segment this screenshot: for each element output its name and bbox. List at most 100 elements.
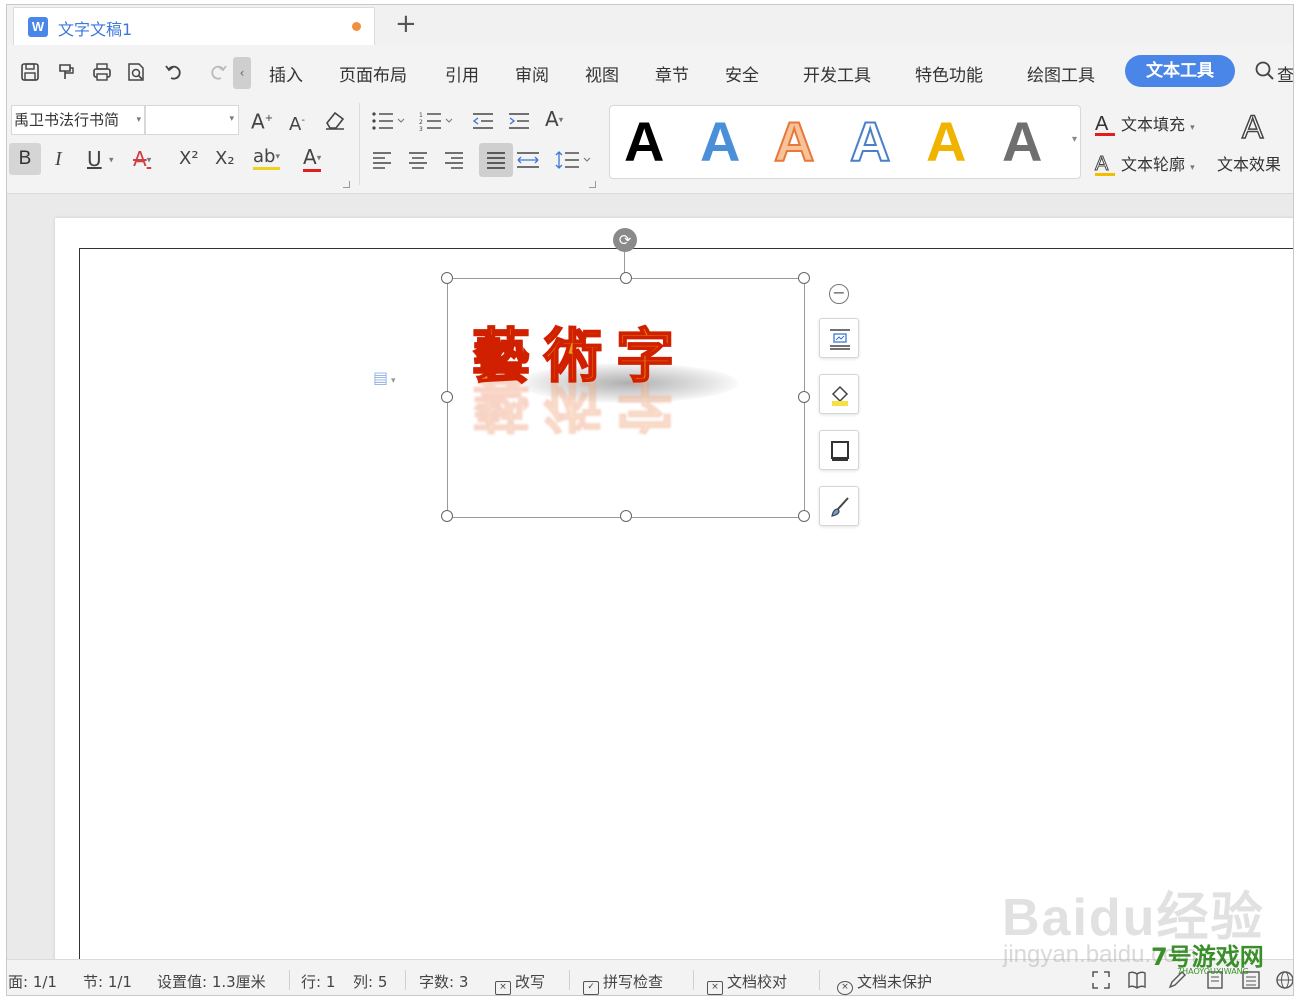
italic-button[interactable]: I: [55, 147, 62, 171]
menu-references[interactable]: 引用: [445, 61, 479, 86]
menu-special-features[interactable]: 特色功能: [915, 61, 983, 86]
status-setting[interactable]: 设置值: 1.3厘米: [157, 971, 266, 992]
resize-handle-right[interactable]: [798, 391, 810, 403]
text-direction-icon[interactable]: A▾: [545, 107, 563, 133]
save-icon[interactable]: [19, 61, 41, 83]
layout-options-button[interactable]: [819, 318, 859, 358]
align-center-icon[interactable]: [407, 149, 429, 171]
status-word-count[interactable]: 字数: 3: [419, 971, 468, 992]
format-brush-button[interactable]: [819, 486, 859, 526]
game-site-watermark-subtitle: 7HAOYOUXIWANG: [1177, 967, 1249, 976]
text-outline-icon: A: [1095, 154, 1115, 176]
wordart-style-gray[interactable]: A: [1002, 110, 1042, 174]
clear-format-icon[interactable]: [323, 109, 347, 131]
numbered-list-icon[interactable]: 123: [419, 111, 453, 131]
document-protection-button[interactable]: × 文档未保护: [837, 971, 932, 995]
format-painter-icon[interactable]: [55, 61, 77, 83]
distribute-align-icon[interactable]: [515, 149, 541, 171]
styles-more-icon[interactable]: ▾: [1072, 134, 1077, 145]
resize-handle-top-left[interactable]: [441, 272, 453, 284]
menu-view[interactable]: 视图: [585, 61, 619, 86]
shape-outline-button[interactable]: [819, 430, 859, 470]
increase-indent-icon[interactable]: [507, 111, 531, 131]
document-tab-title: 文字文稿1: [58, 20, 133, 39]
wordart-style-black[interactable]: A: [624, 110, 664, 174]
decrease-indent-icon[interactable]: [471, 111, 495, 131]
wordart-textbox[interactable]: 藝術字 藝術字: [441, 272, 810, 522]
wordart-style-blue[interactable]: A: [700, 110, 740, 174]
justify-button[interactable]: [479, 143, 513, 177]
underline-button[interactable]: U: [87, 147, 102, 171]
rotate-handle-icon[interactable]: ⟳: [613, 228, 637, 252]
collapse-quick-access-button[interactable]: ‹: [233, 57, 251, 89]
reading-mode-icon[interactable]: [1127, 970, 1147, 990]
wordart-text[interactable]: 藝術字: [471, 309, 688, 393]
subscript-button[interactable]: X₂: [215, 147, 235, 171]
resize-handle-bottom-left[interactable]: [441, 510, 453, 522]
status-section[interactable]: 节: 1/1: [83, 971, 132, 992]
document-tab[interactable]: W 文字文稿1: [13, 7, 375, 45]
resize-handle-left[interactable]: [441, 391, 453, 403]
grow-font-icon[interactable]: A+: [251, 107, 273, 134]
separator: [405, 970, 406, 990]
bullet-list-icon[interactable]: [371, 111, 405, 131]
resize-handle-bottom-right[interactable]: [798, 510, 810, 522]
shape-fill-button[interactable]: [819, 374, 859, 414]
menu-review[interactable]: 审阅: [515, 61, 549, 86]
status-row[interactable]: 行: 1: [301, 971, 335, 992]
wordart-style-gold[interactable]: A: [926, 110, 966, 174]
undo-icon[interactable]: [163, 61, 185, 83]
text-outline-button[interactable]: A 文本轮廓 ▾: [1095, 151, 1195, 176]
search-label[interactable]: 查: [1277, 61, 1293, 86]
tab-bar: W 文字文稿1 +: [7, 5, 1293, 46]
print-icon[interactable]: [91, 61, 113, 83]
font-color-button[interactable]: A▾: [303, 147, 322, 172]
underline-dropdown[interactable]: ▾: [109, 147, 114, 173]
wordart-style-orange-outline[interactable]: A: [773, 109, 815, 174]
collapse-tools-button[interactable]: −: [829, 284, 849, 304]
new-tab-button[interactable]: +: [395, 9, 417, 39]
font-dialog-launcher[interactable]: [343, 181, 350, 188]
menu-section[interactable]: 章节: [655, 61, 689, 86]
menu-developer[interactable]: 开发工具: [803, 61, 871, 86]
bold-button[interactable]: B: [9, 143, 41, 175]
strikethrough-button[interactable]: A▾: [133, 147, 151, 173]
paragraph-layout-icon[interactable]: ▤ ▾: [373, 368, 396, 387]
status-column[interactable]: 列: 5: [353, 971, 387, 992]
proofread-button[interactable]: × 文档校对: [707, 971, 787, 995]
paragraph-dialog-launcher[interactable]: [589, 181, 596, 188]
menu-text-tools[interactable]: 文本工具: [1125, 55, 1235, 87]
wordart-style-blue-outline[interactable]: A: [849, 109, 891, 174]
resize-handle-bottom[interactable]: [620, 510, 632, 522]
search-icon[interactable]: [1255, 60, 1275, 82]
shrink-font-icon[interactable]: A-: [289, 109, 305, 137]
web-view-icon[interactable]: [1275, 970, 1294, 990]
font-name-select[interactable]: 禹卫书法行书简 ▾: [11, 105, 145, 135]
separator: [359, 103, 360, 185]
protection-icon: ×: [837, 981, 853, 995]
resize-handle-top-right[interactable]: [798, 272, 810, 284]
align-left-icon[interactable]: [371, 149, 393, 171]
font-size-select[interactable]: ▾: [145, 105, 239, 135]
menu-page-layout[interactable]: 页面布局: [339, 61, 407, 86]
resize-handle-top[interactable]: [620, 272, 632, 284]
game-site-watermark: 7号游戏网 7HAOYOUXIWANG: [1147, 931, 1271, 983]
status-page[interactable]: 页面: 1/1: [7, 971, 57, 992]
redo-icon[interactable]: [207, 61, 229, 83]
text-fill-button[interactable]: A 文本填充 ▾: [1095, 111, 1195, 136]
menu-drawing-tools[interactable]: 绘图工具: [1027, 61, 1095, 86]
text-effect-icon[interactable]: A: [1241, 108, 1264, 146]
document-page[interactable]: ▤ ▾ ⟳ 藝術字 藝術字 −: [55, 218, 1293, 989]
spellcheck-button[interactable]: ✓ 拼写检查: [583, 971, 663, 995]
text-effect-label[interactable]: 文本效果: [1217, 151, 1281, 175]
line-spacing-icon[interactable]: [555, 149, 593, 171]
print-preview-icon[interactable]: [125, 61, 147, 83]
menu-insert[interactable]: 插入: [269, 61, 303, 86]
superscript-button[interactable]: X²: [179, 147, 199, 171]
overwrite-toggle[interactable]: × 改写: [495, 971, 545, 995]
unsaved-indicator: [352, 22, 361, 31]
fullscreen-icon[interactable]: [1091, 970, 1111, 990]
highlight-button[interactable]: ab▾: [253, 147, 280, 170]
align-right-icon[interactable]: [443, 149, 465, 171]
menu-security[interactable]: 安全: [725, 61, 759, 86]
